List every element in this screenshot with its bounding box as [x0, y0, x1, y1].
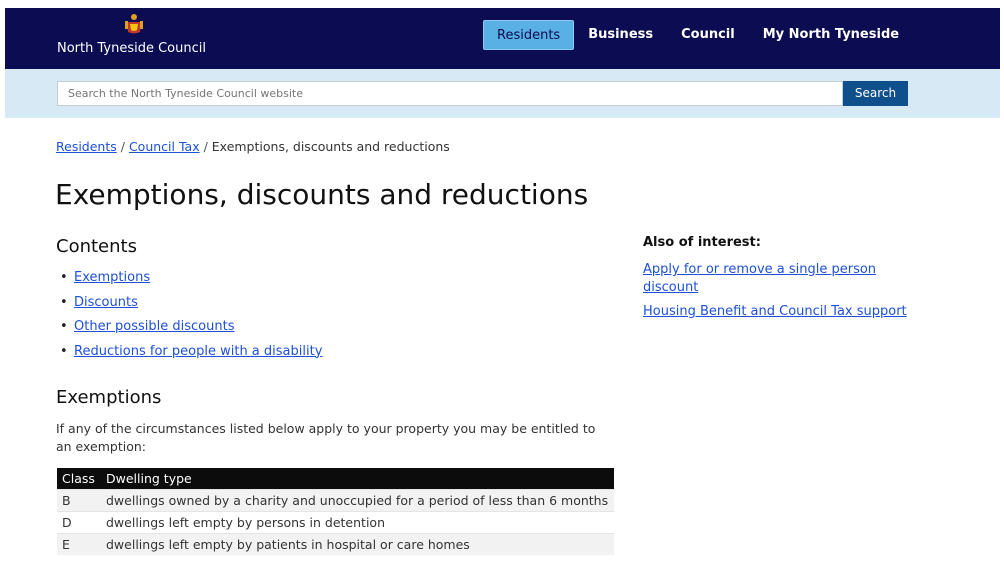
breadcrumb-separator: / — [203, 139, 208, 154]
contents-link-exemptions[interactable]: Exemptions — [74, 270, 150, 285]
also-of-interest: Also of interest: Apply for or remove a … — [643, 235, 913, 327]
bullet-icon: • — [60, 270, 68, 285]
aside-link-housing-benefit[interactable]: Housing Benefit and Council Tax support — [643, 303, 908, 321]
cell-dwelling-type: dwellings owned by a charity and unoccup… — [101, 488, 614, 511]
aside-heading: Also of interest: — [643, 235, 761, 250]
exemptions-intro: If any of the circumstances listed below… — [56, 421, 596, 454]
cell-class: B — [57, 488, 101, 511]
table-header-row: Class Dwelling type — [57, 468, 614, 489]
contents-list: • Exemptions • Discounts • Other possible d… — [60, 266, 322, 364]
search-band: Search — [5, 69, 1000, 118]
nav-business[interactable]: Business — [574, 20, 667, 50]
breadcrumb-council-tax[interactable]: Council Tax — [129, 139, 200, 154]
column-header-dwelling-type: Dwelling type — [101, 468, 614, 489]
breadcrumb-current: Exemptions, discounts and reductions — [211, 139, 450, 154]
list-item: • Exemptions — [60, 266, 322, 291]
breadcrumb-separator: / — [120, 139, 125, 154]
contents-heading: Contents — [56, 236, 137, 257]
contents-link-other-discounts[interactable]: Other possible discounts — [74, 319, 235, 334]
main-nav: Residents Business Council My North Tyne… — [483, 20, 913, 50]
list-item: • Other possible discounts — [60, 315, 322, 340]
site-logo[interactable]: North Tyneside Council — [57, 13, 227, 63]
column-header-class: Class — [57, 468, 101, 489]
nav-council[interactable]: Council — [667, 20, 749, 50]
exemptions-table: Class Dwelling type B dwellings owned by… — [57, 468, 614, 555]
bullet-icon: • — [60, 319, 68, 334]
search-input[interactable] — [57, 81, 843, 106]
list-item: • Discounts — [60, 291, 322, 316]
cell-dwelling-type: dwellings left empty by persons in deten… — [101, 510, 614, 533]
aside-link-single-person-discount[interactable]: Apply for or remove a single person disc… — [643, 261, 908, 297]
cell-class: E — [57, 532, 101, 555]
bullet-icon: • — [60, 343, 68, 359]
site-header: North Tyneside Council Residents Busines… — [5, 8, 1000, 69]
contents-link-discounts[interactable]: Discounts — [74, 295, 138, 310]
list-item: • Reductions for people with a disability — [60, 340, 322, 365]
nav-residents[interactable]: Residents — [483, 20, 575, 50]
exemptions-heading: Exemptions — [56, 387, 162, 408]
council-crest-icon — [125, 14, 143, 34]
site-name: North Tyneside Council — [57, 41, 206, 56]
contents-link-disability-reductions[interactable]: Reductions for people with a disability — [74, 344, 322, 359]
breadcrumb-residents[interactable]: Residents — [56, 139, 117, 154]
search-button[interactable]: Search — [843, 81, 908, 106]
bullet-icon: • — [60, 294, 68, 310]
cell-class: D — [57, 510, 101, 533]
page-title: Exemptions, discounts and reductions — [55, 178, 589, 211]
table-row: B dwellings owned by a charity and unocc… — [57, 488, 614, 511]
table-row: D dwellings left empty by persons in det… — [57, 510, 614, 533]
nav-my-north-tyneside[interactable]: My North Tyneside — [749, 20, 913, 50]
breadcrumb: Residents / Council Tax / Exemptions, di… — [56, 139, 450, 154]
cell-dwelling-type: dwellings left empty by patients in hosp… — [101, 532, 614, 555]
table-row: E dwellings left empty by patients in ho… — [57, 532, 614, 555]
